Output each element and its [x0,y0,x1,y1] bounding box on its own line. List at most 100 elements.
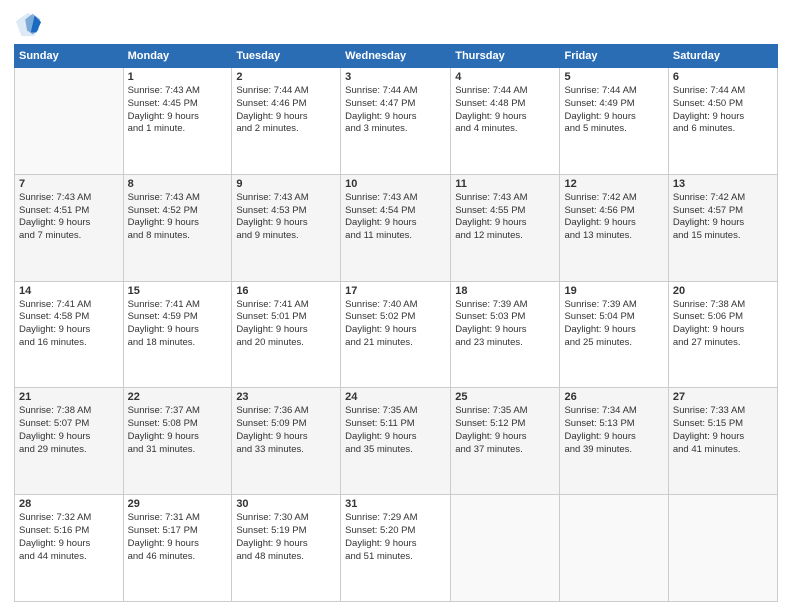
weekday-header-thursday: Thursday [451,45,560,68]
day-info: Sunrise: 7:44 AM Sunset: 4:47 PM Dayligh… [345,85,446,136]
day-info: Sunrise: 7:43 AM Sunset: 4:45 PM Dayligh… [128,85,228,136]
day-number: 18 [455,285,555,297]
day-number: 8 [128,178,228,190]
day-number: 5 [564,71,663,83]
day-number: 6 [673,71,773,83]
calendar-week-row: 21Sunrise: 7:38 AM Sunset: 5:07 PM Dayli… [15,388,778,495]
calendar-day-cell: 16 Sunrise: 7:41 AM Sunset: 5:01 PM Dayli… [232,281,341,388]
day-info: Sunrise: 7:29 AM Sunset: 5:20 PM Dayligh… [345,512,446,563]
day-number: 13 [673,178,773,190]
day-info: Sunrise: 7:43 AM Sunset: 4:55 PM Dayligh… [455,192,555,243]
calendar-day-cell: 31 Sunrise: 7:29 AM Sunset: 5:20 PM Dayli… [341,495,451,602]
calendar-week-row: 7 Sunrise: 7:43 AM Sunset: 4:51 PM Daylig… [15,174,778,281]
day-number: 15 [128,285,228,297]
calendar-day-cell: 6 Sunrise: 7:44 AM Sunset: 4:50 PM Daylig… [668,68,777,175]
day-info: Sunrise: 7:43 AM Sunset: 4:54 PM Dayligh… [345,192,446,243]
calendar-day-cell: 25Sunrise: 7:35 AM Sunset: 5:12 PM Dayli… [451,388,560,495]
header [14,10,778,38]
weekday-header-tuesday: Tuesday [232,45,341,68]
calendar-day-cell [560,495,668,602]
day-number: 12 [564,178,663,190]
calendar-day-cell [451,495,560,602]
day-number: 11 [455,178,555,190]
day-info: Sunrise: 7:43 AM Sunset: 4:51 PM Dayligh… [19,192,119,243]
calendar-day-cell: 8 Sunrise: 7:43 AM Sunset: 4:52 PM Daylig… [123,174,232,281]
day-info: Sunrise: 7:44 AM Sunset: 4:46 PM Dayligh… [236,85,336,136]
calendar-day-cell: 29 Sunrise: 7:31 AM Sunset: 5:17 PM Dayli… [123,495,232,602]
calendar-week-row: 1 Sunrise: 7:43 AM Sunset: 4:45 PM Daylig… [15,68,778,175]
calendar-day-cell: 28 Sunrise: 7:32 AM Sunset: 5:16 PM Dayli… [15,495,124,602]
day-info: Sunrise: 7:33 AM Sunset: 5:15 PM Dayligh… [673,405,773,456]
day-number: 1 [128,71,228,83]
calendar-day-cell: 4 Sunrise: 7:44 AM Sunset: 4:48 PM Daylig… [451,68,560,175]
calendar-day-cell: 19 Sunrise: 7:39 AM Sunset: 5:04 PM Dayli… [560,281,668,388]
day-number: 22 [128,391,228,403]
calendar-day-cell: 15 Sunrise: 7:41 AM Sunset: 4:59 PM Dayli… [123,281,232,388]
day-number: 3 [345,71,446,83]
calendar-day-cell: 5 Sunrise: 7:44 AM Sunset: 4:49 PM Daylig… [560,68,668,175]
calendar-week-row: 14Sunrise: 7:41 AM Sunset: 4:58 PM Dayli… [15,281,778,388]
logo [14,10,46,38]
day-number: 26 [564,391,663,403]
weekday-header-sunday: Sunday [15,45,124,68]
day-info: Sunrise: 7:41 AM Sunset: 4:59 PM Dayligh… [128,299,228,350]
day-number: 29 [128,498,228,510]
weekday-header-saturday: Saturday [668,45,777,68]
day-info: Sunrise: 7:44 AM Sunset: 4:49 PM Dayligh… [564,85,663,136]
day-number: 4 [455,71,555,83]
calendar-day-cell: 7 Sunrise: 7:43 AM Sunset: 4:51 PM Daylig… [15,174,124,281]
calendar-day-cell: 1 Sunrise: 7:43 AM Sunset: 4:45 PM Daylig… [123,68,232,175]
calendar-week-row: 28 Sunrise: 7:32 AM Sunset: 5:16 PM Dayli… [15,495,778,602]
day-number: 31 [345,498,446,510]
day-number: 16 [236,285,336,297]
day-number: 28 [19,498,119,510]
calendar-day-cell: 23Sunrise: 7:36 AM Sunset: 5:09 PM Dayli… [232,388,341,495]
day-info: Sunrise: 7:43 AM Sunset: 4:52 PM Dayligh… [128,192,228,243]
calendar-day-cell: 2 Sunrise: 7:44 AM Sunset: 4:46 PM Daylig… [232,68,341,175]
weekday-header-monday: Monday [123,45,232,68]
day-number: 7 [19,178,119,190]
logo-icon [14,10,42,38]
day-info: Sunrise: 7:38 AM Sunset: 5:07 PM Dayligh… [19,405,119,456]
day-number: 9 [236,178,336,190]
day-info: Sunrise: 7:34 AM Sunset: 5:13 PM Dayligh… [564,405,663,456]
day-number: 19 [564,285,663,297]
calendar-day-cell: 24 Sunrise: 7:35 AM Sunset: 5:11 PM Dayli… [341,388,451,495]
day-number: 20 [673,285,773,297]
day-info: Sunrise: 7:35 AM Sunset: 5:11 PM Dayligh… [345,405,446,456]
calendar-day-cell: 12 Sunrise: 7:42 AM Sunset: 4:56 PM Dayli… [560,174,668,281]
calendar-day-cell: 10 Sunrise: 7:43 AM Sunset: 4:54 PM Dayli… [341,174,451,281]
day-info: Sunrise: 7:32 AM Sunset: 5:16 PM Dayligh… [19,512,119,563]
day-number: 2 [236,71,336,83]
day-info: Sunrise: 7:38 AM Sunset: 5:06 PM Dayligh… [673,299,773,350]
calendar-day-cell: 3 Sunrise: 7:44 AM Sunset: 4:47 PM Daylig… [341,68,451,175]
calendar-day-cell [668,495,777,602]
day-info: Sunrise: 7:42 AM Sunset: 4:57 PM Dayligh… [673,192,773,243]
calendar-day-cell: 9Sunrise: 7:43 AM Sunset: 4:53 PM Daylig… [232,174,341,281]
day-info: Sunrise: 7:35 AM Sunset: 5:12 PM Dayligh… [455,405,555,456]
calendar-day-cell: 20 Sunrise: 7:38 AM Sunset: 5:06 PM Dayli… [668,281,777,388]
day-info: Sunrise: 7:31 AM Sunset: 5:17 PM Dayligh… [128,512,228,563]
calendar-day-cell: 17Sunrise: 7:40 AM Sunset: 5:02 PM Dayli… [341,281,451,388]
day-info: Sunrise: 7:42 AM Sunset: 4:56 PM Dayligh… [564,192,663,243]
day-info: Sunrise: 7:40 AM Sunset: 5:02 PM Dayligh… [345,299,446,350]
day-info: Sunrise: 7:41 AM Sunset: 4:58 PM Dayligh… [19,299,119,350]
day-info: Sunrise: 7:39 AM Sunset: 5:04 PM Dayligh… [564,299,663,350]
day-number: 30 [236,498,336,510]
day-number: 24 [345,391,446,403]
day-info: Sunrise: 7:44 AM Sunset: 4:48 PM Dayligh… [455,85,555,136]
day-info: Sunrise: 7:41 AM Sunset: 5:01 PM Dayligh… [236,299,336,350]
day-number: 27 [673,391,773,403]
calendar-day-cell: 27 Sunrise: 7:33 AM Sunset: 5:15 PM Dayli… [668,388,777,495]
day-info: Sunrise: 7:37 AM Sunset: 5:08 PM Dayligh… [128,405,228,456]
calendar-table: SundayMondayTuesdayWednesdayThursdayFrid… [14,44,778,602]
day-info: Sunrise: 7:44 AM Sunset: 4:50 PM Dayligh… [673,85,773,136]
day-info: Sunrise: 7:30 AM Sunset: 5:19 PM Dayligh… [236,512,336,563]
calendar-day-cell: 14Sunrise: 7:41 AM Sunset: 4:58 PM Dayli… [15,281,124,388]
calendar-day-cell: 11 Sunrise: 7:43 AM Sunset: 4:55 PM Dayli… [451,174,560,281]
day-info: Sunrise: 7:39 AM Sunset: 5:03 PM Dayligh… [455,299,555,350]
day-info: Sunrise: 7:36 AM Sunset: 5:09 PM Dayligh… [236,405,336,456]
day-number: 10 [345,178,446,190]
calendar-day-cell: 22 Sunrise: 7:37 AM Sunset: 5:08 PM Dayli… [123,388,232,495]
calendar-day-cell: 21Sunrise: 7:38 AM Sunset: 5:07 PM Dayli… [15,388,124,495]
